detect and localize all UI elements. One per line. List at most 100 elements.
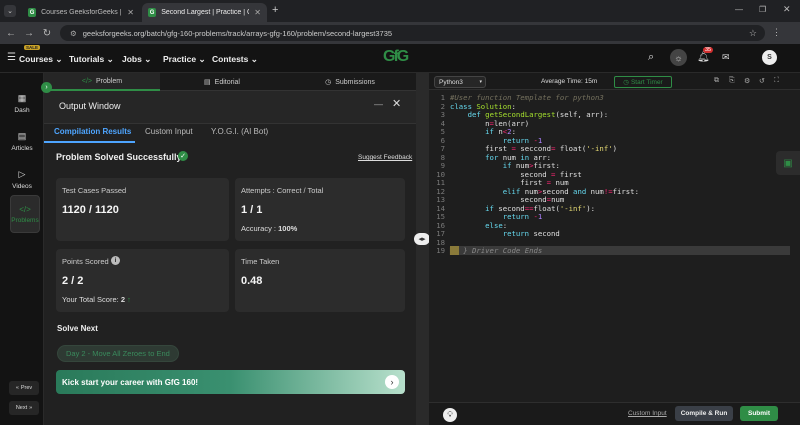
minimize-output-icon[interactable]: —: [374, 99, 383, 109]
nav-contests[interactable]: Contests ⌄: [212, 54, 258, 65]
gfg-favicon-icon: G: [148, 8, 157, 17]
nav-tutorials[interactable]: Tutorials ⌄: [69, 54, 114, 65]
theme-toggle-icon[interactable]: ☼: [670, 49, 687, 66]
nav-courses[interactable]: Courses ⌄: [19, 54, 63, 65]
tab-title: Courses GeeksforGeeks | Intera: [41, 9, 122, 16]
lightbulb-icon[interactable]: 💡︎: [443, 408, 457, 422]
browser-tab-courses[interactable]: G Courses GeeksforGeeks | Intera ✕: [22, 3, 140, 22]
code-editor[interactable]: 1 2 3 4 5 6 7 8 9 10 11 12 13 14 15 16 17 18 19 #User func…: [429, 90, 800, 402]
editor-footer: 💡︎ Custom Input Compile & Run Submit: [429, 402, 800, 425]
panel-divider[interactable]: [416, 73, 429, 425]
gfg160-banner[interactable]: Kick start your career with GfG 160! ›: [56, 370, 405, 394]
test-cases-value: 1120 / 1120: [62, 204, 119, 216]
close-tab-icon[interactable]: ✕: [127, 8, 134, 17]
expand-rail-icon[interactable]: ›: [41, 82, 52, 93]
close-tab-icon[interactable]: ✕: [254, 8, 261, 17]
driver-code-fold[interactable]: } Driver Code Ends: [463, 246, 542, 255]
notification-bell-icon[interactable]: 🔔︎: [697, 52, 710, 63]
extensions-icon[interactable]: ⋮: [772, 27, 781, 38]
forward-icon[interactable]: →: [22, 28, 36, 39]
banner-arrow-icon[interactable]: ›: [385, 375, 399, 389]
settings-icon[interactable]: ⚙: [744, 77, 750, 85]
total-score-label: Your Total Score:: [62, 295, 119, 304]
points-value: 2 / 2: [62, 275, 84, 287]
tab-search-icon[interactable]: ⌄: [4, 5, 16, 17]
accuracy-value: 100%: [278, 224, 298, 233]
bookmark-star-icon[interactable]: ☆: [749, 28, 757, 39]
timer-label: Start Timer: [630, 78, 663, 86]
article-icon: ▤: [17, 130, 27, 141]
accuracy-row: Accuracy : 100%: [241, 224, 297, 233]
paste-icon[interactable]: ⎘: [729, 77, 735, 85]
info-icon[interactable]: i: [111, 256, 120, 265]
rail-item-label: Articles: [11, 144, 33, 152]
gfg-logo[interactable]: GfG: [383, 48, 409, 66]
next-button[interactable]: Next »: [9, 401, 39, 415]
time-card: Time Taken 0.48: [235, 249, 405, 312]
average-time: Average Time: 15m: [541, 78, 598, 85]
tab-yogi-ai-bot[interactable]: Y.O.G.I. (AI Bot): [211, 127, 268, 136]
avatar[interactable]: S: [762, 50, 777, 65]
rail-item-articles[interactable]: ▤ Articles: [3, 123, 41, 159]
tab-problem[interactable]: </> Problem: [44, 73, 160, 91]
site-header: ☰ SALE Courses ⌄ Tutorials ⌄ Jobs ⌄ Prac…: [0, 44, 800, 73]
output-title: Output Window: [59, 101, 121, 111]
menu-icon[interactable]: ☰: [7, 52, 16, 63]
grid-icon: ▦: [17, 92, 27, 103]
browser-tab-second-largest[interactable]: G Second Largest | Practice | Gee ✕: [142, 3, 267, 22]
rail-item-problems[interactable]: </> Problems: [10, 195, 40, 233]
discussion-chat-icon[interactable]: ▣: [776, 151, 800, 175]
close-window-icon[interactable]: ✕: [783, 4, 791, 15]
fullscreen-icon[interactable]: ⛶: [774, 77, 779, 85]
url-field[interactable]: ⚙ geeksforgeeks.org/batch/gfg-160-proble…: [60, 25, 765, 41]
chevron-down-icon: ▾: [479, 79, 482, 85]
arrow-up-icon: ↑: [127, 295, 131, 304]
points-card: Points Scored i 2 / 2 Your Total Score: …: [56, 249, 229, 312]
next-problem-chip[interactable]: Day 2 - Move All Zeroes to End: [57, 345, 179, 362]
compile-run-button[interactable]: Compile & Run: [675, 406, 733, 421]
prev-button[interactable]: « Prev: [9, 381, 39, 395]
output-window: Output Window — ✕ Compilation Results Cu…: [44, 91, 416, 425]
tab-title: Second Largest | Practice | Gee: [161, 9, 249, 16]
rail-item-label: Videos: [12, 182, 32, 190]
nav-practice[interactable]: Practice ⌄: [163, 54, 206, 65]
url-text: geeksforgeeks.org/batch/gfg-160-problems…: [82, 28, 393, 38]
attempts-card: Attempts : Correct / Total 1 / 1 Accurac…: [235, 178, 405, 241]
tab-submissions[interactable]: ◷ Submissions: [284, 73, 416, 91]
copy-icon[interactable]: ⧉: [714, 77, 719, 85]
new-tab-button[interactable]: +: [272, 4, 278, 16]
video-icon: ▷: [18, 168, 26, 179]
custom-input-link[interactable]: Custom Input: [628, 410, 667, 417]
minimize-icon[interactable]: —: [735, 5, 743, 14]
tab-label: Problem: [96, 77, 123, 85]
tab-compilation-results[interactable]: Compilation Results: [54, 127, 131, 136]
clock-icon: ◷: [325, 79, 332, 86]
maximize-icon[interactable]: ❐: [759, 5, 766, 14]
close-output-icon[interactable]: ✕: [392, 97, 401, 110]
timer-icon: ◷: [623, 79, 629, 86]
time-value: 0.48: [241, 275, 263, 287]
language-select[interactable]: Python3 ▾: [434, 76, 486, 88]
rail-item-dash[interactable]: ▦ Dash: [3, 85, 41, 121]
start-timer-button[interactable]: ◷ Start Timer: [614, 76, 672, 88]
address-bar-row: ← → ↻ ⚙ geeksforgeeks.org/batch/gfg-160-…: [0, 22, 800, 44]
tab-custom-input[interactable]: Custom Input: [145, 127, 193, 136]
banner-text: Kick start your career with GfG 160!: [62, 377, 199, 387]
nav-jobs[interactable]: Jobs ⌄: [122, 54, 151, 65]
total-score-value: 2: [120, 295, 125, 304]
site-info-icon[interactable]: ⚙: [70, 29, 77, 38]
suggest-feedback-link[interactable]: Suggest Feedback: [358, 154, 412, 161]
back-icon[interactable]: ←: [4, 28, 18, 39]
tab-editorial[interactable]: ▤ Editorial: [160, 73, 284, 91]
tab-label: Editorial: [214, 78, 240, 86]
reload-icon[interactable]: ↻: [40, 28, 54, 39]
rail-item-videos[interactable]: ▷ Videos: [3, 161, 41, 197]
attempts-value: 1 / 1: [241, 204, 263, 216]
chat-icon[interactable]: ✉: [722, 52, 730, 63]
search-icon[interactable]: ⌕: [648, 51, 654, 64]
submit-button[interactable]: Submit: [740, 406, 778, 421]
sale-badge: SALE: [24, 45, 41, 50]
resize-handle-icon[interactable]: ◂▸: [414, 233, 430, 245]
browser-tab-bar: ⌄ G Courses GeeksforGeeks | Intera ✕ G S…: [0, 0, 800, 22]
reset-icon[interactable]: ↺: [759, 77, 765, 85]
